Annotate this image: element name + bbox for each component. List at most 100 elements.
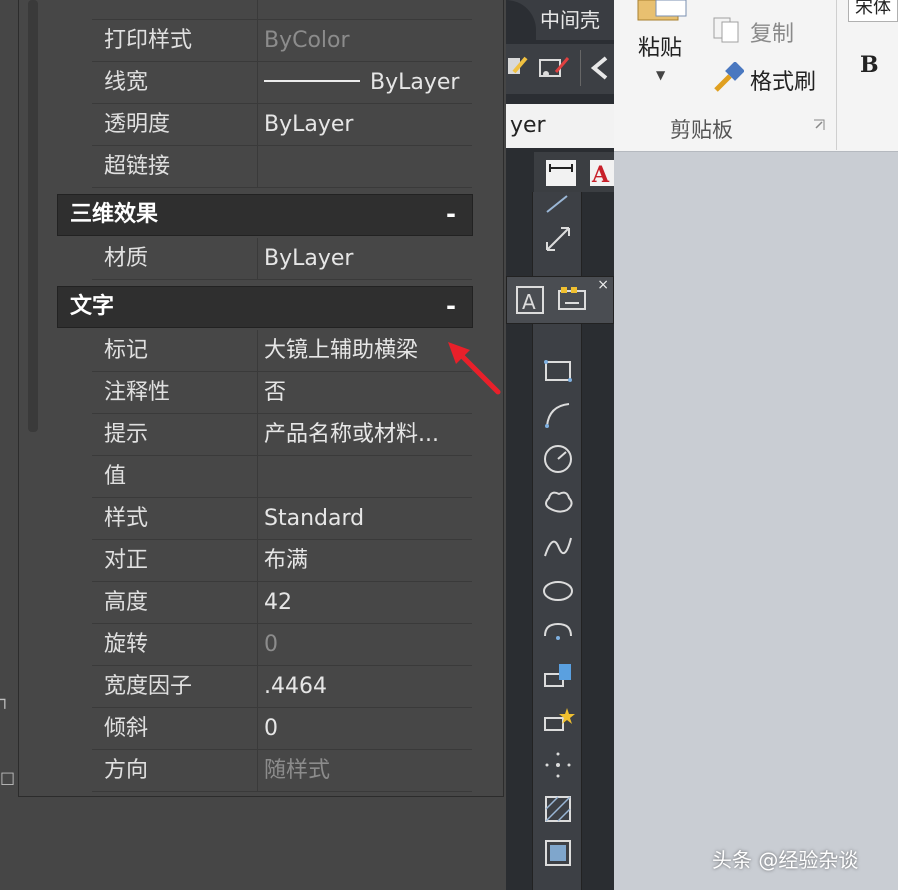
- copy-label: 复制: [750, 22, 795, 47]
- prop-value: ByLayer: [264, 112, 354, 137]
- text-style-icon[interactable]: A: [588, 156, 614, 190]
- collapse-icon[interactable]: -: [446, 287, 456, 325]
- prop-value: ByLayer: [264, 62, 472, 104]
- prop-value: [264, 456, 472, 498]
- define-attribute-icon[interactable]: [557, 285, 587, 315]
- section-title: 文字: [70, 294, 115, 319]
- spline-icon[interactable]: [541, 530, 575, 564]
- line-icon[interactable]: [541, 192, 575, 226]
- edge-glyph: ┐: [0, 690, 10, 709]
- multiline-text-icon[interactable]: A: [515, 285, 545, 315]
- drawing-toolbar-area: 中间壳 yer A A ×: [506, 0, 614, 890]
- match-properties-icon[interactable]: [536, 52, 572, 82]
- prop-row-prompt[interactable]: 提示 产品名称或材料...: [92, 414, 472, 456]
- prop-name: 材质: [92, 238, 258, 280]
- ribbon-separator: [836, 0, 837, 150]
- prop-row-value[interactable]: 值: [92, 456, 472, 498]
- edge-glyph: □: [0, 768, 16, 787]
- prop-name: [92, 0, 258, 20]
- prop-name: 提示: [92, 414, 258, 456]
- prop-name: 方向: [92, 750, 258, 792]
- prop-row-lineweight[interactable]: 线宽 ByLayer: [92, 62, 472, 104]
- prop-name: 超链接: [92, 146, 258, 188]
- word-ribbon-area: 粘贴 ▼ 复制 格式刷 剪贴板 宋体 B: [614, 0, 898, 890]
- rectangle-icon[interactable]: [541, 354, 575, 388]
- section-header-3d-effects[interactable]: 三维效果 -: [57, 194, 473, 236]
- prop-name: 线宽: [92, 62, 258, 104]
- prop-name: 旋转: [92, 624, 258, 666]
- prop-row-direction[interactable]: 方向 随样式: [92, 750, 472, 792]
- prop-name: 透明度: [92, 104, 258, 146]
- prop-row-justify[interactable]: 对正 布满: [92, 540, 472, 582]
- ellipse-arc-icon[interactable]: [541, 616, 575, 650]
- close-icon[interactable]: ×: [597, 277, 609, 293]
- dimension-icon[interactable]: [544, 156, 580, 190]
- bold-button[interactable]: B: [860, 52, 879, 78]
- copy-icon: [713, 17, 739, 43]
- arrow-back-icon[interactable]: [588, 54, 614, 82]
- prop-value: ByColor: [264, 28, 350, 53]
- prop-name: 注释性: [92, 372, 258, 414]
- dialog-launcher-icon[interactable]: [812, 118, 826, 132]
- insert-block-icon[interactable]: [541, 660, 575, 694]
- point-icon[interactable]: [541, 748, 575, 782]
- section-header-text[interactable]: 文字 -: [57, 286, 473, 328]
- prop-value: 产品名称或材料...: [264, 422, 439, 447]
- prop-value: 0: [264, 716, 278, 741]
- prop-row-partial[interactable]: [92, 0, 472, 20]
- revision-cloud-icon[interactable]: [541, 486, 575, 520]
- hatch-icon[interactable]: [541, 792, 575, 826]
- paste-dropdown-icon[interactable]: ▼: [656, 68, 665, 82]
- prop-row-style[interactable]: 样式 Standard: [92, 498, 472, 540]
- collapse-icon[interactable]: -: [446, 195, 456, 233]
- make-block-icon[interactable]: [541, 704, 575, 738]
- prop-name: 高度: [92, 582, 258, 624]
- prop-row-tag[interactable]: 标记 大镜上辅助横梁: [92, 330, 472, 372]
- prop-value-text: ByLayer: [370, 70, 460, 95]
- toolbar-separator: [580, 50, 581, 86]
- gradient-icon[interactable]: [541, 836, 575, 870]
- format-painter-icon: [714, 62, 744, 92]
- prop-row-material[interactable]: 材质 ByLayer: [92, 238, 472, 280]
- font-name-box[interactable]: 宋体: [848, 0, 898, 22]
- prop-name: 宽度因子: [92, 666, 258, 708]
- prop-value: ByLayer: [264, 246, 354, 271]
- prop-row-hyperlink[interactable]: 超链接: [92, 146, 472, 188]
- prop-name: 对正: [92, 540, 258, 582]
- prop-value: [264, 146, 472, 188]
- prop-row-obliquing[interactable]: 倾斜 0: [92, 708, 472, 750]
- paste-icon[interactable]: [634, 0, 690, 22]
- prop-value: 0: [264, 632, 278, 657]
- layer-dropdown[interactable]: yer: [506, 104, 614, 148]
- clipboard-group-label: 剪贴板: [670, 118, 733, 142]
- prop-name: 倾斜: [92, 708, 258, 750]
- svg-text:A: A: [522, 290, 536, 314]
- quick-tool-row: [506, 44, 614, 94]
- section-title: 三维效果: [70, 202, 159, 227]
- palette-scrollbar[interactable]: [28, 0, 38, 432]
- circle-icon[interactable]: [541, 442, 575, 476]
- prop-value: 42: [264, 590, 292, 615]
- file-tab-label: 中间壳: [540, 8, 600, 32]
- prop-row-height[interactable]: 高度 42: [92, 582, 472, 624]
- tab-curve: [506, 0, 536, 40]
- prop-value: [264, 0, 472, 20]
- prop-name: 值: [92, 456, 258, 498]
- prop-name: 打印样式: [92, 20, 258, 62]
- lineweight-sample: [264, 80, 360, 82]
- file-tab[interactable]: 中间壳: [506, 0, 614, 40]
- prop-row-rotation[interactable]: 旋转 0: [92, 624, 472, 666]
- arc-icon[interactable]: [541, 398, 575, 432]
- prop-row-transparency[interactable]: 透明度 ByLayer: [92, 104, 472, 146]
- paste-button[interactable]: 粘贴: [638, 30, 682, 62]
- prop-row-plot-style[interactable]: 打印样式 ByColor: [92, 20, 472, 62]
- prop-row-width-factor[interactable]: 宽度因子 .4464: [92, 666, 472, 708]
- double-arrow-line-icon[interactable]: [541, 222, 575, 256]
- prop-name: 样式: [92, 498, 258, 540]
- floating-text-toolbar: A ×: [506, 276, 614, 324]
- svg-text:A: A: [591, 162, 610, 188]
- prop-row-annotative[interactable]: 注释性 否: [92, 372, 472, 414]
- ellipse-icon[interactable]: [541, 574, 575, 608]
- dimension-toolbar: A: [534, 152, 614, 192]
- edit-tool-icon[interactable]: [506, 52, 530, 82]
